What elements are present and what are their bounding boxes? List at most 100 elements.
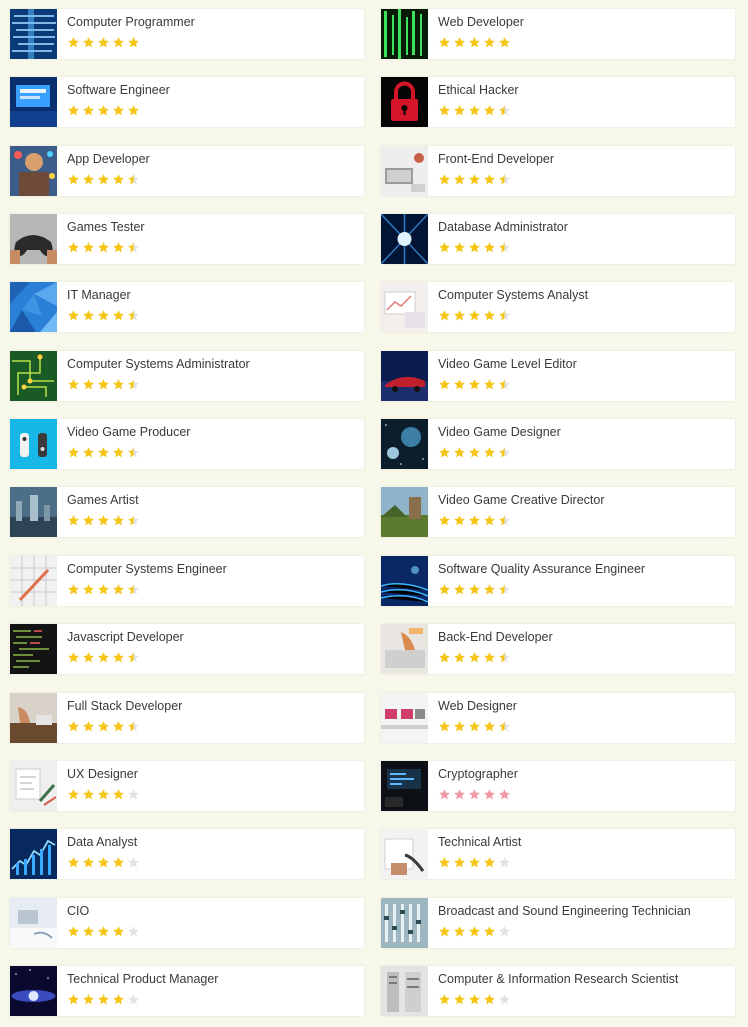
star-icon <box>438 720 451 733</box>
star-icon <box>97 788 110 801</box>
star-icon <box>498 446 511 459</box>
star-icon <box>483 104 496 117</box>
star-rating <box>67 514 140 529</box>
career-card[interactable]: Technical Product Manager <box>10 966 364 1016</box>
career-thumbnail <box>381 487 428 537</box>
career-thumbnail <box>381 77 428 127</box>
career-title: Software Engineer <box>67 83 170 97</box>
star-icon <box>67 173 80 186</box>
star-icon <box>483 856 496 869</box>
career-card[interactable]: CIO <box>10 898 364 948</box>
career-card[interactable]: Web Developer <box>381 9 735 59</box>
star-icon <box>453 104 466 117</box>
career-thumbnail <box>381 146 428 196</box>
star-icon <box>468 36 481 49</box>
star-icon <box>453 993 466 1006</box>
career-thumbnail <box>10 351 57 401</box>
career-title: App Developer <box>67 152 150 166</box>
career-thumbnail <box>10 693 57 743</box>
star-icon <box>453 241 466 254</box>
career-title: Back-End Developer <box>438 630 553 644</box>
career-card[interactable]: Games Artist <box>10 487 364 537</box>
career-card[interactable]: Video Game Level Editor <box>381 351 735 401</box>
star-icon <box>438 446 451 459</box>
star-icon <box>67 583 80 596</box>
star-icon <box>67 104 80 117</box>
star-rating <box>438 720 511 735</box>
star-rating <box>67 241 140 256</box>
career-title: Technical Product Manager <box>67 972 219 986</box>
star-icon <box>453 309 466 322</box>
star-icon <box>67 514 80 527</box>
star-icon <box>498 378 511 391</box>
star-icon <box>112 36 125 49</box>
star-rating <box>67 309 140 324</box>
career-title: Software Quality Assurance Engineer <box>438 562 646 576</box>
star-icon <box>468 378 481 391</box>
star-icon <box>453 446 466 459</box>
career-card[interactable]: IT Manager <box>10 282 364 332</box>
star-rating <box>438 651 511 666</box>
star-icon <box>112 651 125 664</box>
career-thumbnail <box>10 829 57 879</box>
career-thumbnail <box>10 898 57 948</box>
star-icon <box>112 241 125 254</box>
star-icon <box>438 993 451 1006</box>
star-rating <box>438 309 511 324</box>
career-card[interactable]: Front-End Developer <box>381 146 735 196</box>
career-card[interactable]: Games Tester <box>10 214 364 264</box>
star-icon <box>498 309 511 322</box>
career-card[interactable]: Cryptographer <box>381 761 735 811</box>
career-card[interactable]: Computer Systems Engineer <box>10 556 364 606</box>
star-icon <box>82 925 95 938</box>
career-card[interactable]: Full Stack Developer <box>10 693 364 743</box>
career-title: Technical Artist <box>438 835 522 849</box>
star-icon <box>82 583 95 596</box>
star-icon <box>112 378 125 391</box>
career-card[interactable]: Ethical Hacker <box>381 77 735 127</box>
career-card[interactable]: Software Engineer <box>10 77 364 127</box>
career-card[interactable]: Data Analyst <box>10 829 364 879</box>
star-icon <box>498 173 511 186</box>
star-icon <box>67 856 80 869</box>
career-card[interactable]: App Developer <box>10 146 364 196</box>
career-card[interactable]: Computer & Information Research Scientis… <box>381 966 735 1016</box>
star-icon <box>468 241 481 254</box>
career-title: Cryptographer <box>438 767 518 781</box>
star-icon <box>483 651 496 664</box>
career-thumbnail <box>381 624 428 674</box>
career-title: Video Game Level Editor <box>438 357 577 371</box>
career-card[interactable]: Computer Systems Analyst <box>381 282 735 332</box>
career-card[interactable]: Video Game Creative Director <box>381 487 735 537</box>
star-rating <box>67 925 140 940</box>
career-thumbnail <box>10 9 57 59</box>
star-icon <box>67 925 80 938</box>
star-icon <box>498 720 511 733</box>
star-icon <box>97 651 110 664</box>
career-card[interactable]: Javascript Developer <box>10 624 364 674</box>
career-card[interactable]: Video Game Designer <box>381 419 735 469</box>
star-icon <box>82 36 95 49</box>
career-card[interactable]: Computer Programmer <box>10 9 364 59</box>
career-card[interactable]: Broadcast and Sound Engineering Technici… <box>381 898 735 948</box>
star-icon <box>453 514 466 527</box>
star-rating <box>67 993 140 1008</box>
star-icon <box>468 925 481 938</box>
star-rating <box>438 104 511 119</box>
career-card[interactable]: Video Game Producer <box>10 419 364 469</box>
star-icon <box>483 925 496 938</box>
career-card[interactable]: Back-End Developer <box>381 624 735 674</box>
career-card[interactable]: Web Designer <box>381 693 735 743</box>
career-title: Computer Systems Analyst <box>438 288 589 302</box>
career-card[interactable]: UX Designer <box>10 761 364 811</box>
career-card[interactable]: Software Quality Assurance Engineer <box>381 556 735 606</box>
career-title: Ethical Hacker <box>438 83 519 97</box>
star-icon <box>453 856 466 869</box>
career-card[interactable]: Computer Systems Administrator <box>10 351 364 401</box>
career-card[interactable]: Database Administrator <box>381 214 735 264</box>
career-card[interactable]: Technical Artist <box>381 829 735 879</box>
star-icon <box>97 36 110 49</box>
career-title: Games Tester <box>67 220 145 234</box>
star-rating <box>67 173 140 188</box>
career-thumbnail <box>381 9 428 59</box>
